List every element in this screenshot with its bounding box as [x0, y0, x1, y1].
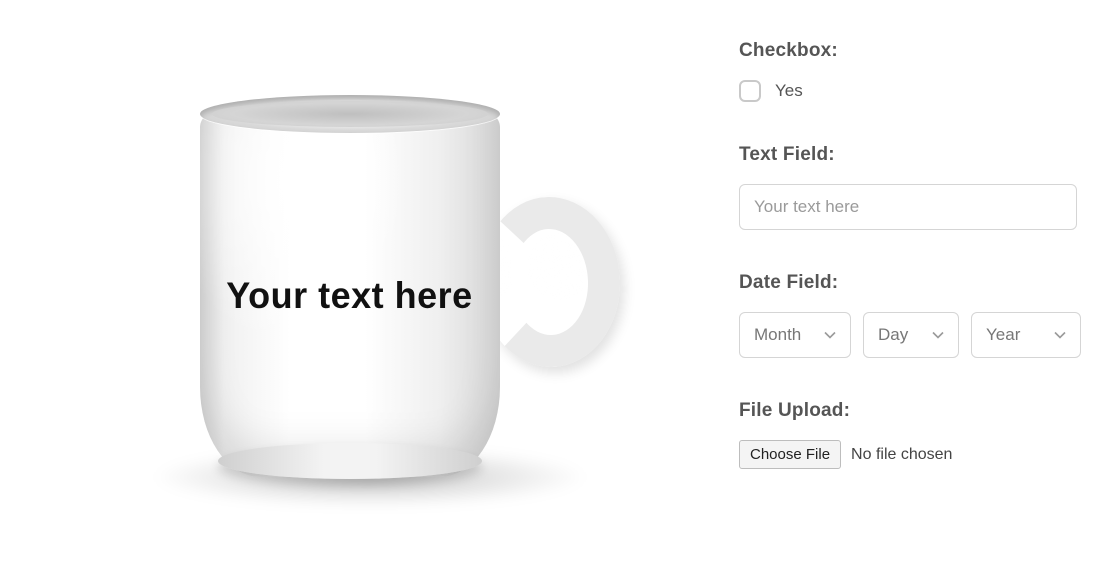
date-row: Month Day Year — [739, 312, 1081, 358]
choose-file-button[interactable]: Choose File — [739, 440, 841, 469]
mug-custom-text: Your text here — [210, 275, 490, 318]
day-select-value: Day — [878, 325, 908, 345]
chevron-down-icon — [1054, 331, 1066, 339]
file-upload-row: Choose File No file chosen — [739, 440, 1081, 469]
checkbox-option-label: Yes — [775, 81, 803, 101]
text-field-group: Text Field: — [739, 144, 1081, 230]
product-customizer-page: Your text here Checkbox: Yes Text Field:… — [0, 0, 1111, 574]
month-select[interactable]: Month — [739, 312, 851, 358]
text-field-input[interactable] — [739, 184, 1077, 230]
checkbox-input[interactable] — [739, 80, 761, 102]
file-upload-group: File Upload: Choose File No file chosen — [739, 400, 1081, 469]
product-preview-panel: Your text here — [0, 0, 719, 574]
date-field-label: Date Field: — [739, 272, 1081, 294]
year-select-value: Year — [986, 325, 1020, 345]
chevron-down-icon — [932, 331, 944, 339]
mug-base — [218, 443, 482, 479]
checkbox-field-label: Checkbox: — [739, 40, 1081, 62]
checkbox-field-group: Checkbox: Yes — [739, 40, 1081, 102]
options-panel: Checkbox: Yes Text Field: Date Field: Mo… — [719, 0, 1111, 574]
text-field-label: Text Field: — [739, 144, 1081, 166]
year-select[interactable]: Year — [971, 312, 1081, 358]
chevron-down-icon — [824, 331, 836, 339]
date-field-group: Date Field: Month Day Year — [739, 272, 1081, 358]
day-select[interactable]: Day — [863, 312, 959, 358]
month-select-value: Month — [754, 325, 801, 345]
file-upload-label: File Upload: — [739, 400, 1081, 422]
checkbox-row: Yes — [739, 80, 1081, 102]
mug-preview: Your text here — [100, 77, 620, 517]
file-upload-status: No file chosen — [851, 446, 952, 464]
